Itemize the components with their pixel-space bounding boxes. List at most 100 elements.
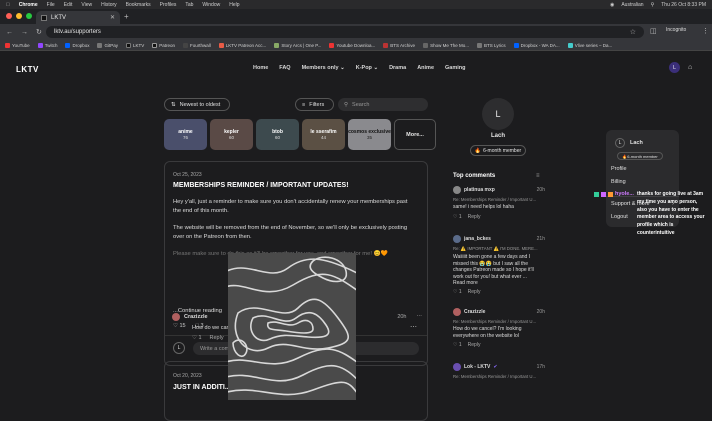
top-comment-4[interactable]: Lok - LKTV ✔ 17h Re: Memberships Reminder … bbox=[453, 363, 545, 379]
filter-icon: ≡ bbox=[302, 101, 306, 108]
membership-badge: 🔥 6-month member bbox=[470, 145, 526, 156]
sort-icon: ⇅ bbox=[171, 101, 176, 108]
dropdown-profile[interactable]: Profile bbox=[611, 166, 627, 172]
bookmark-twitch[interactable]: Twitch bbox=[37, 42, 57, 48]
dropdown-logout[interactable]: Logout bbox=[611, 214, 628, 220]
sidebar-icon[interactable]: ◫ bbox=[650, 27, 657, 35]
menubar-item-help[interactable]: Help bbox=[229, 2, 239, 8]
bookmark-gitpay[interactable]: GitPay bbox=[97, 42, 118, 48]
tag-card-anime[interactable]: anime 76 bbox=[164, 119, 207, 150]
bookmark-star-icon[interactable]: ☆ bbox=[630, 28, 636, 36]
nav-home[interactable]: Home bbox=[253, 65, 268, 71]
archive-icon bbox=[383, 42, 389, 48]
post-title[interactable]: JUST IN ADDITI... bbox=[173, 384, 231, 391]
tag-card-le-sserafim[interactable]: le sserafim 44 bbox=[302, 119, 345, 150]
filters-button[interactable]: ≡ Filters bbox=[295, 98, 334, 111]
bookmark-vlive[interactable]: Vlive series – Da... bbox=[567, 42, 612, 48]
top-comment-2[interactable]: jana_bckes 21h Re: ⚠️ IMPORTANT ⚠️ I'M DO… bbox=[453, 235, 545, 295]
tag-card-btob[interactable]: btob 60 bbox=[256, 119, 299, 150]
menubar-item-bookmarks[interactable]: Bookmarks bbox=[126, 2, 151, 8]
profile-avatar[interactable]: L bbox=[482, 98, 514, 130]
menu-icon[interactable]: ⋮ bbox=[702, 27, 709, 35]
user-avatar[interactable]: L bbox=[669, 62, 680, 73]
read-more-link[interactable]: Read more bbox=[453, 280, 545, 286]
nav-drama[interactable]: Drama bbox=[389, 65, 406, 71]
minimize-window-icon[interactable] bbox=[16, 13, 22, 19]
reload-icon[interactable]: ↻ bbox=[36, 28, 42, 36]
clock[interactable]: Thu 26 Oct 8:33 PM bbox=[661, 2, 706, 8]
reply-button[interactable]: Reply bbox=[468, 289, 481, 295]
reply-button[interactable]: Reply bbox=[468, 342, 481, 348]
forward-icon[interactable]: → bbox=[21, 29, 28, 36]
close-tab-icon[interactable]: ✕ bbox=[110, 14, 115, 21]
nav-faq[interactable]: FAQ bbox=[279, 65, 290, 71]
bookmark-patreon[interactable]: Patreon bbox=[152, 42, 175, 48]
tag-card-cosmos-exclusive[interactable]: cosmos exclusive 35 bbox=[348, 119, 391, 150]
tab-title: LKTV bbox=[51, 14, 67, 21]
bookmark-story-arcs[interactable]: Story Arcs | One P... bbox=[274, 42, 321, 48]
top-comment-1[interactable]: platinua mxp 20h Re: Memberships Reminder… bbox=[453, 186, 545, 220]
zoom-window-icon[interactable] bbox=[26, 13, 32, 19]
bookmark-bts-lyrics[interactable]: BTS Lyrics bbox=[477, 42, 506, 48]
top-comments-title: Top comments bbox=[453, 173, 496, 179]
menubar-item-edit[interactable]: Edit bbox=[64, 2, 73, 8]
bookmark-dropbox[interactable]: Dropbox bbox=[65, 42, 89, 48]
topographic-overlay-image bbox=[228, 253, 356, 400]
like-button[interactable]: ♡ 1 bbox=[453, 214, 462, 220]
bookmark-dropbox-wa[interactable]: Dropbox - WA DA... bbox=[513, 42, 560, 48]
macos-menubar:  Chrome File Edit View History Bookmark… bbox=[0, 0, 712, 9]
apple-icon[interactable]:  bbox=[6, 2, 10, 8]
tag-card-kepler[interactable]: kepler 60 bbox=[210, 119, 253, 150]
menubar-item-history[interactable]: History bbox=[101, 2, 117, 8]
wifi-icon[interactable]: ◉ bbox=[610, 2, 614, 8]
reply-button[interactable]: Reply bbox=[468, 214, 481, 220]
nav-members-only[interactable]: Members only ⌄ bbox=[302, 65, 345, 71]
reply-like-button[interactable]: ♡ 1 bbox=[192, 335, 202, 341]
fire-icon: 🔥 bbox=[474, 147, 482, 154]
search-icon[interactable]: ⚲ bbox=[651, 2, 655, 8]
menubar-app[interactable]: Chrome bbox=[19, 2, 38, 8]
reply-options-icon[interactable]: ⋯ bbox=[417, 314, 423, 320]
search-input[interactable]: ⚲ Search bbox=[338, 98, 428, 111]
post-title[interactable]: MEMBERSHIPS REMINDER / IMPORTANT UPDATES… bbox=[173, 182, 349, 189]
like-button[interactable]: ♡ 1 bbox=[453, 342, 462, 348]
new-tab-icon[interactable]: + bbox=[124, 12, 129, 21]
menubar-item-file[interactable]: File bbox=[47, 2, 55, 8]
menubar-item-window[interactable]: Window bbox=[202, 2, 220, 8]
reply-author[interactable]: Crazizzle bbox=[184, 314, 208, 320]
bookmark-fourthwall[interactable]: Fourthwall bbox=[183, 42, 211, 48]
dropdown-billing[interactable]: Billing bbox=[611, 179, 626, 185]
bookmarks-bar: YouTube Twitch Dropbox GitPay LKTV Patre… bbox=[0, 40, 712, 51]
nav-kpop[interactable]: K-Pop ⌄ bbox=[356, 65, 378, 71]
reply-button[interactable]: Reply bbox=[210, 335, 224, 341]
nav-gaming[interactable]: Gaming bbox=[445, 65, 465, 71]
verified-icon: ✔ bbox=[493, 364, 498, 370]
back-icon[interactable]: ← bbox=[6, 29, 13, 36]
bookmark-bts-archive[interactable]: BTS Archive bbox=[383, 42, 415, 48]
address-bar[interactable]: lktv.au/supporters ☆ bbox=[46, 26, 644, 38]
bookmark-lktv[interactable]: LKTV bbox=[125, 42, 144, 48]
site-logo[interactable]: LKTV bbox=[16, 65, 39, 74]
top-comment-3[interactable]: Crazizzle 20h Re: Memberships Reminder / … bbox=[453, 308, 545, 348]
search-placeholder: Search bbox=[352, 101, 370, 108]
dropbox-icon bbox=[513, 42, 519, 48]
incognito-label[interactable]: Incognito bbox=[666, 27, 686, 33]
more-tags-button[interactable]: More... bbox=[394, 119, 436, 150]
bookmark-lktv-patreon[interactable]: LKTV Patreon Acc... bbox=[218, 42, 266, 48]
bookmark-youtube[interactable]: YouTube bbox=[5, 42, 30, 48]
sort-comments-icon[interactable]: ≡ bbox=[536, 173, 540, 179]
chat-username: hyole... bbox=[615, 191, 634, 197]
sort-button[interactable]: ⇅ Newest to oldest bbox=[164, 98, 230, 111]
shop-icon[interactable]: ⌂ bbox=[688, 64, 692, 71]
close-window-icon[interactable] bbox=[6, 13, 12, 19]
bookmark-youtube-downloader[interactable]: Youtube Downloa... bbox=[329, 42, 375, 48]
nav-anime[interactable]: Anime bbox=[417, 65, 434, 71]
bookmark-show-me[interactable]: Show Me The Mo... bbox=[423, 42, 469, 48]
menubar-item-tab[interactable]: Tab bbox=[185, 2, 193, 8]
browser-tab[interactable]: LKTV ✕ bbox=[36, 11, 120, 24]
patreon-icon bbox=[218, 42, 224, 48]
menubar-item-profiles[interactable]: Profiles bbox=[160, 2, 177, 8]
keyboard-layout[interactable]: Australian bbox=[621, 2, 643, 8]
like-button[interactable]: ♡ 1 bbox=[453, 289, 462, 295]
menubar-item-view[interactable]: View bbox=[81, 2, 92, 8]
